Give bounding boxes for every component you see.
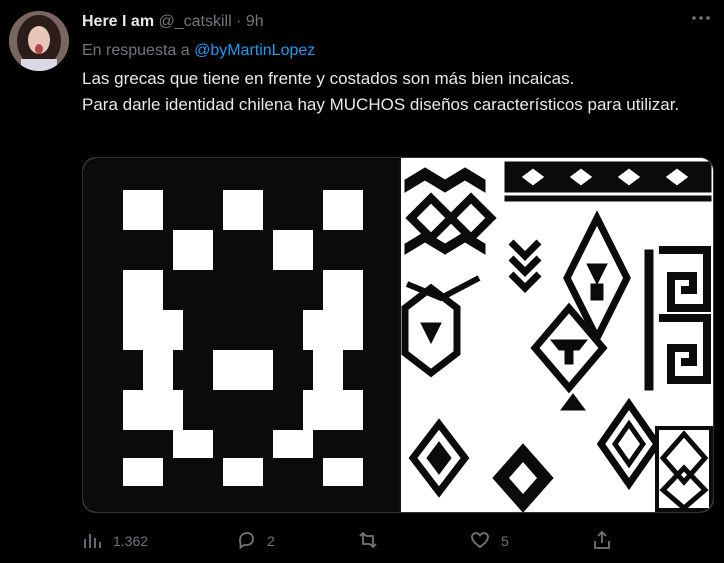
more-dots-icon[interactable]	[688, 10, 714, 32]
views-count: 1.362	[113, 533, 149, 549]
step-pattern-graphic	[83, 158, 399, 512]
retweet-icon	[358, 530, 378, 553]
reply-context: En respuesta a @byMartinLopez	[82, 41, 315, 61]
like-count: 5	[501, 533, 509, 549]
tweet-actions: 1.362 2 5	[82, 526, 714, 556]
separator-dot: ·	[236, 13, 242, 30]
tweet-text: Las grecas que tiene en frente y costado…	[82, 66, 702, 118]
reply-prefix: En respuesta a	[82, 42, 190, 59]
tweet-text-line: Para darle identidad chilena hay MUCHOS …	[82, 95, 680, 114]
share-icon	[592, 530, 612, 553]
display-name[interactable]: Here I am	[82, 13, 154, 30]
avatar[interactable]	[9, 11, 69, 71]
reply-action[interactable]: 2	[236, 526, 275, 556]
timestamp[interactable]: 9h	[246, 13, 264, 30]
reply-mention-link[interactable]: @byMartinLopez	[194, 42, 315, 59]
heart-icon	[470, 530, 490, 553]
reply-icon	[236, 530, 256, 553]
media-grid	[82, 157, 714, 513]
tweet[interactable]: Here I am @_catskill · 9h En respuesta a…	[0, 0, 724, 563]
mapuche-designs-graphic	[401, 158, 713, 512]
avatar-image	[9, 11, 69, 71]
reply-count: 2	[267, 533, 275, 549]
user-handle[interactable]: @_catskill	[159, 13, 232, 30]
media-image-left[interactable]	[83, 158, 399, 512]
retweet-action[interactable]	[358, 526, 389, 556]
like-action[interactable]: 5	[470, 526, 509, 556]
media-image-right[interactable]	[401, 158, 713, 512]
share-action[interactable]	[592, 526, 623, 556]
tweet-text-line: Las grecas que tiene en frente y costado…	[82, 69, 575, 88]
tweet-header: Here I am @_catskill · 9h	[82, 12, 264, 32]
analytics-icon	[82, 530, 102, 553]
views-action[interactable]: 1.362	[82, 526, 148, 556]
